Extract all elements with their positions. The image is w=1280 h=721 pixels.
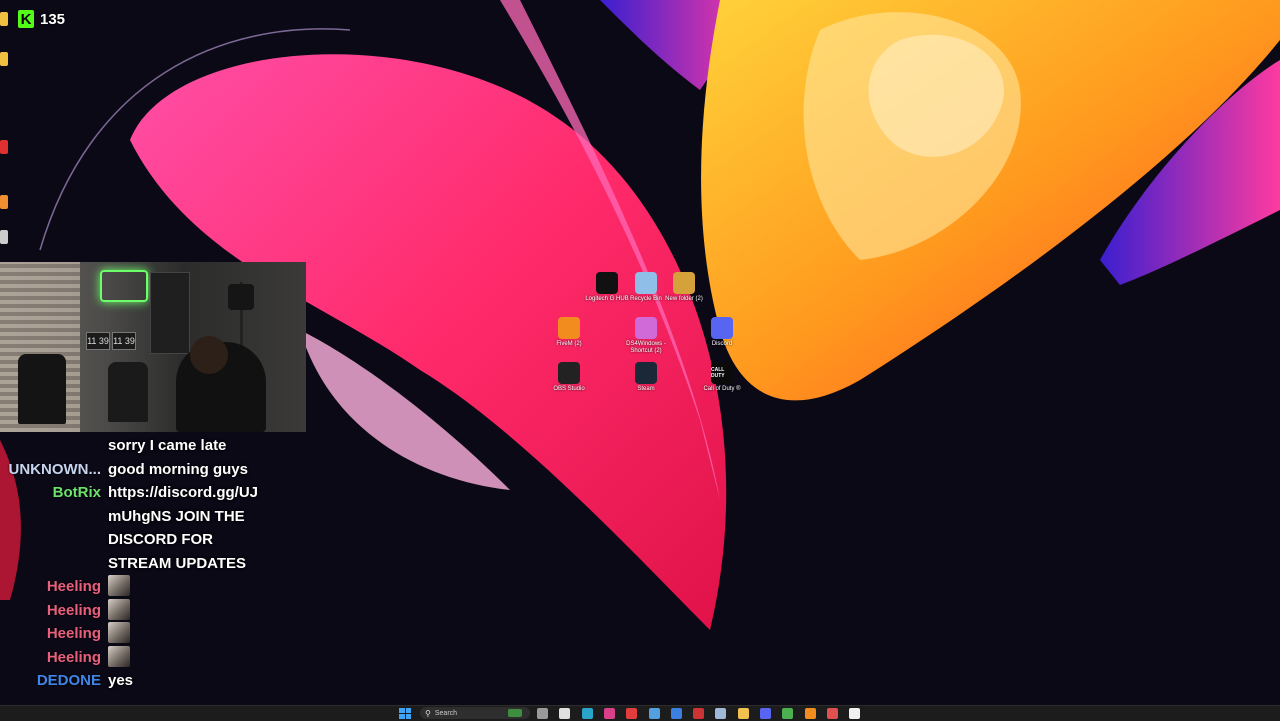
chat-message: Heeling: [0, 575, 300, 599]
chat-text: sorry I came late: [108, 437, 227, 454]
viewer-count: 135: [40, 10, 66, 28]
windows-start-icon[interactable]: [399, 708, 411, 719]
desktop-icon[interactable]: OBS Studio: [546, 362, 592, 393]
chat-text: [108, 598, 300, 623]
desktop-icon-label: Recycle Bin: [630, 296, 662, 302]
chat-username: DEDONE: [36, 672, 101, 689]
chat-text: [108, 622, 300, 646]
chat-overlay: sorry I came late UNKNOWN... good morning …: [0, 434, 300, 693]
chat-message: sorry I came late: [0, 434, 300, 458]
chat-emote-icon: [108, 598, 130, 620]
chat-emote-icon: [108, 645, 130, 667]
desktop-icon[interactable]: DS4Windows - Shortcut (2): [623, 317, 669, 355]
folder-icon: [673, 272, 695, 294]
desktop-icon[interactable]: FiveM (2): [546, 317, 592, 348]
desktop-icon-label: Call of Duty ®: [703, 386, 741, 392]
chat-username: Heeling: [46, 648, 101, 666]
search-placeholder: Search: [434, 709, 458, 717]
edge-icon[interactable]: [581, 708, 593, 719]
file-explorer-icon[interactable]: [737, 708, 749, 719]
app-icon[interactable]: [693, 708, 705, 719]
partial-desktop-icon[interactable]: [0, 230, 8, 244]
desktop-icon-label: FiveM (2): [556, 341, 582, 347]
desktop-icon-label: New folder (2): [665, 296, 703, 302]
gaming-chair: [108, 362, 148, 422]
chat-message: Heeling: [0, 622, 300, 646]
orange-app-icon[interactable]: [804, 708, 816, 719]
chat-username: Heeling: [46, 601, 101, 619]
network-app-icon[interactable]: [648, 708, 660, 719]
logitech-g-icon: [596, 272, 618, 294]
streamer-head: [190, 336, 228, 374]
chat-emote-icon: [108, 575, 130, 597]
chat-username: Heeling: [46, 578, 101, 595]
fivem-icon: [558, 317, 580, 339]
taskbar-search-box[interactable]: ⚲ Search: [420, 707, 530, 719]
desktop-icon[interactable]: New folder (2): [661, 272, 707, 303]
task-view-icon[interactable]: [537, 708, 548, 719]
chat-message: Heeling: [0, 645, 300, 670]
desktop-icon[interactable]: Steam: [623, 362, 669, 393]
chat-message: DEDONE yes: [0, 669, 300, 693]
instagram-icon[interactable]: [603, 708, 615, 719]
chat-emote-icon: [108, 622, 130, 644]
desktop-icon[interactable]: Discord: [699, 317, 745, 348]
partial-desktop-icon[interactable]: [0, 12, 8, 26]
browser-icon[interactable]: [826, 708, 838, 719]
chat-username: UNKNOWN...: [8, 460, 102, 478]
chrome-icon[interactable]: [559, 708, 571, 719]
steam-icon: [635, 362, 657, 384]
chrome-icon[interactable]: [782, 708, 794, 719]
desktop-icon[interactable]: CALL DUTY Call of Duty ®: [699, 362, 745, 393]
chat-text: https://discord.gg/UJ mUhgNS JOIN THE DI…: [108, 484, 258, 572]
chat-text: [108, 575, 300, 599]
chat-text: good morning guys: [108, 460, 248, 478]
notepad-icon[interactable]: [849, 708, 861, 719]
search-highlight-icon: [508, 709, 522, 717]
chat-message: UNKNOWN... good morning guys: [0, 458, 300, 482]
discord-icon: [711, 317, 733, 339]
search-icon: ⚲: [425, 708, 431, 718]
studio-light: [228, 284, 254, 310]
desktop-icon-label: Steam: [637, 386, 655, 392]
chat-text: yes: [108, 672, 134, 689]
viewer-count-badge: K 135: [18, 10, 65, 28]
partial-desktop-icon[interactable]: [0, 52, 8, 66]
webcam-overlay: 11 39 11 39: [0, 262, 306, 432]
shelf: [150, 272, 190, 354]
kick-logo-icon: K: [18, 10, 34, 28]
monitor-clock: 11 39: [86, 332, 110, 350]
obs-icon: [558, 362, 580, 384]
chat-username: Heeling: [46, 625, 101, 642]
monitor-clock: 11 39: [112, 332, 136, 350]
gaming-chair: [18, 354, 66, 424]
recycle-bin-icon: [635, 272, 657, 294]
desktop-icon-label: Discord: [711, 341, 733, 347]
steam-icon[interactable]: [715, 708, 727, 719]
blue-app-icon[interactable]: [670, 708, 682, 719]
desktop-icon-label: DS4Windows - Shortcut (2): [626, 341, 666, 354]
neon-sign: [100, 270, 148, 302]
desktop-icon-label: OBS Studio: [553, 386, 585, 392]
chat-username: [0, 434, 108, 458]
red-app-icon[interactable]: [626, 708, 638, 719]
chat-message: BotRix https://discord.gg/UJ mUhgNS JOIN …: [0, 481, 300, 575]
taskbar: ⚲ Search: [0, 705, 1280, 721]
partial-desktop-icon[interactable]: [0, 140, 8, 154]
partial-desktop-icon[interactable]: [0, 195, 8, 209]
call-of-duty-icon: CALL DUTY: [711, 362, 733, 384]
ds4windows-icon: [635, 317, 657, 339]
chat-message: Heeling: [0, 598, 300, 623]
discord-icon[interactable]: [760, 708, 771, 719]
chat-text: [108, 645, 300, 670]
chat-username: BotRix: [52, 484, 101, 501]
